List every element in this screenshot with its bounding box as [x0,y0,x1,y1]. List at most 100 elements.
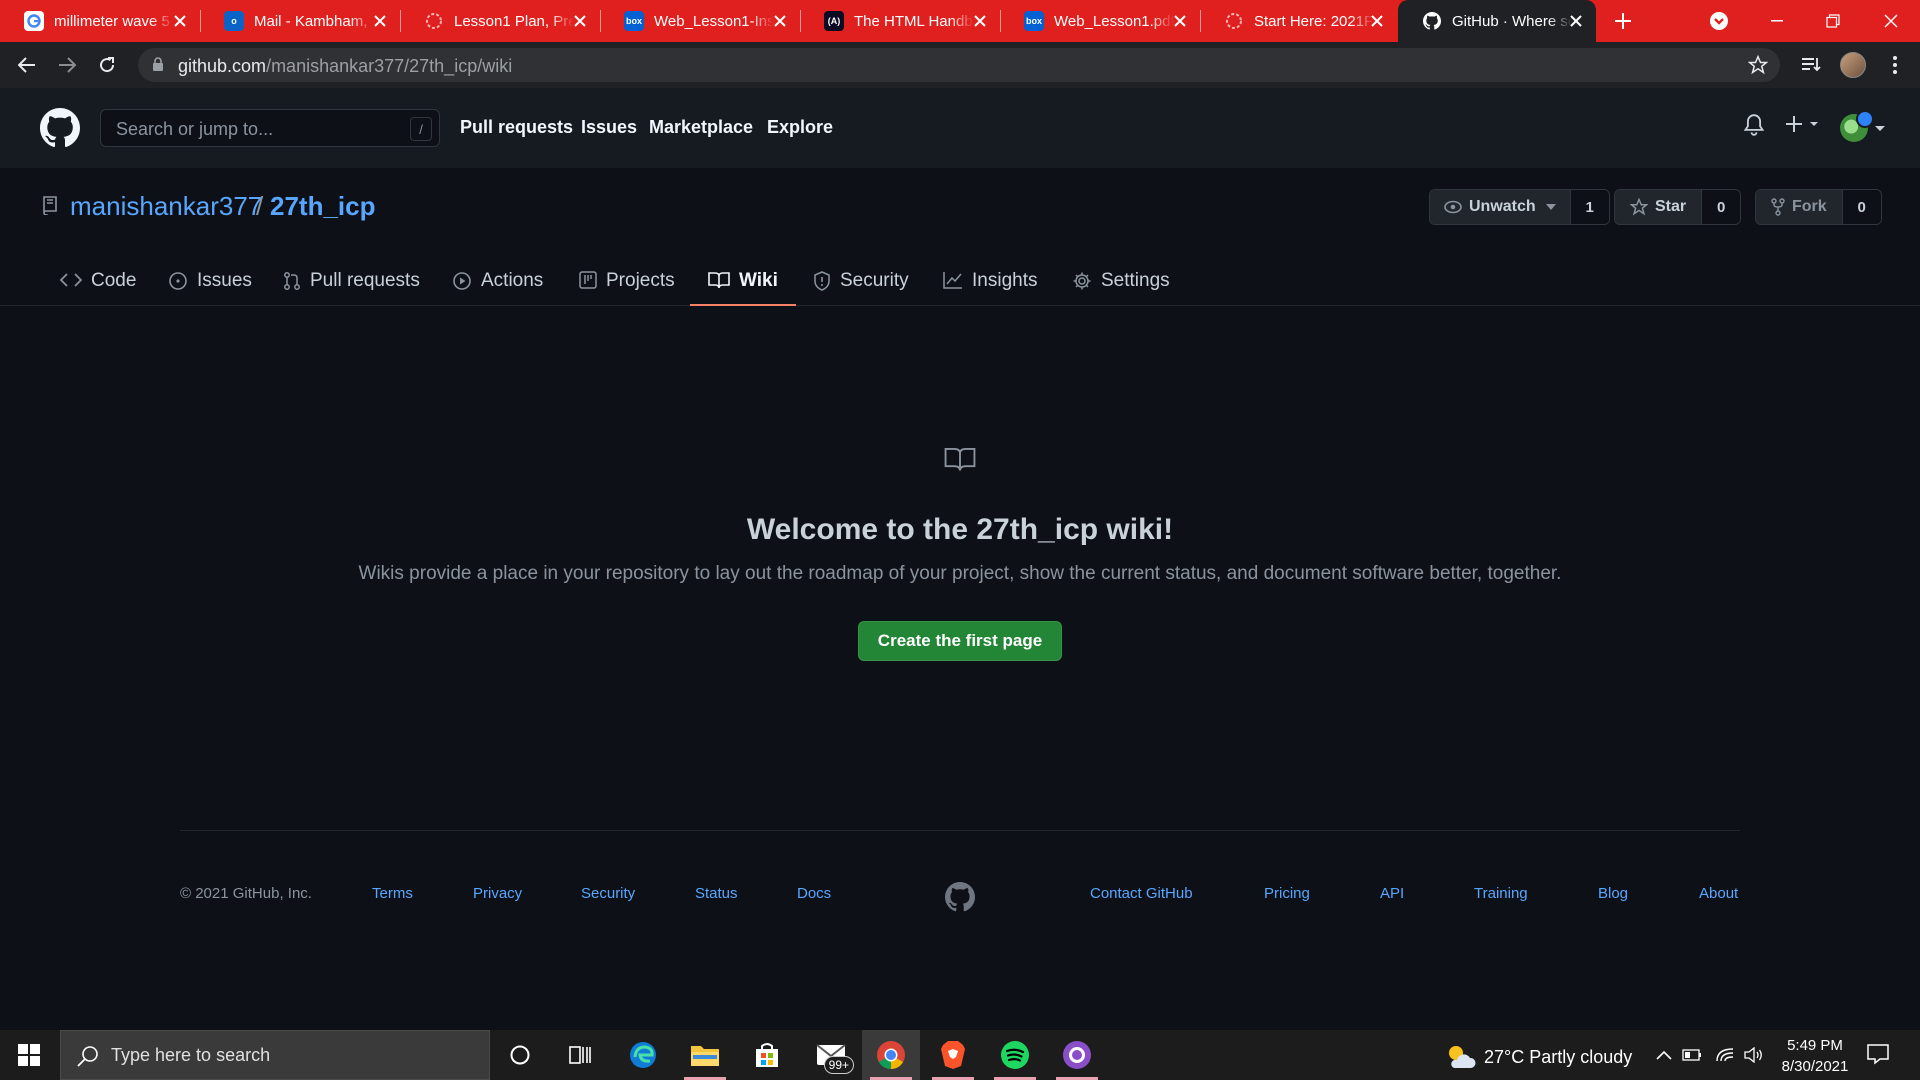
browser-tab[interactable]: millimeter wave 5 [0,0,200,42]
close-icon[interactable] [1566,11,1586,31]
unwatch-button[interactable]: Unwatch [1430,190,1571,224]
system-clock[interactable]: 5:49 PM 8/30/2021 [1770,1035,1860,1077]
tab-projects[interactable]: Projects [579,264,675,306]
tab-issues[interactable]: Issues [168,264,252,306]
chrome-icon[interactable] [862,1030,920,1080]
footer-link-pricing[interactable]: Pricing [1264,885,1310,902]
repo-name-link[interactable]: 27th_icp [270,191,376,222]
tab-search-icon[interactable] [1707,9,1731,33]
browser-tab[interactable]: box Web_Lesson1-Inst [600,0,800,42]
bookmark-star-icon[interactable] [1747,54,1769,80]
mail-unread-badge: 99+ [823,1056,854,1074]
create-new-plus-icon[interactable] [1786,114,1820,134]
browser-tab-active[interactable]: GitHub · Where so [1398,0,1596,42]
star-button[interactable]: Star [1615,190,1703,224]
tab-security[interactable]: Security [813,264,909,306]
browser-tab[interactable]: o Mail - Kambham, [200,0,400,42]
close-icon[interactable] [170,11,190,31]
volume-icon[interactable] [1742,1044,1766,1066]
forward-arrow-icon[interactable] [52,50,82,80]
chevron-up-icon[interactable] [1652,1044,1676,1066]
star-label: Star [1655,198,1687,215]
microsoft-store-icon[interactable] [738,1030,796,1080]
footer-link-about[interactable]: About [1699,885,1738,902]
tab-pull-requests[interactable]: Pull requests [283,264,420,306]
graph-icon [943,272,962,289]
window-close-icon[interactable] [1866,0,1916,42]
minimize-icon[interactable] [1752,0,1802,42]
mail-icon[interactable]: 99+ [802,1030,860,1080]
repo-owner-link[interactable]: manishankar377 [70,191,262,222]
tab-code[interactable]: Code [60,264,136,306]
close-icon[interactable] [970,11,990,31]
notifications-bell-icon[interactable] [1744,114,1764,136]
nav-pull-requests[interactable]: Pull requests [460,117,573,138]
footer-link-contact[interactable]: Contact GitHub [1090,885,1193,902]
reload-icon[interactable] [92,50,122,80]
profile-avatar[interactable] [1838,50,1868,80]
create-first-page-button[interactable]: Create the first page [858,621,1062,661]
back-arrow-icon[interactable] [12,50,42,80]
footer-link-security[interactable]: Security [581,885,635,902]
outlook-icon: o [224,11,244,31]
user-avatar[interactable] [1840,110,1886,142]
google-icon [24,11,44,31]
browser-tab[interactable]: box Web_Lesson1.pdf [1000,0,1200,42]
footer-link-status[interactable]: Status [695,885,738,902]
tab-title: Web_Lesson1-Inst [654,12,774,30]
browser-tab[interactable]: Lesson1 Plan, Pres [400,0,600,42]
watch-count[interactable]: 1 [1570,190,1609,224]
nav-issues[interactable]: Issues [581,117,637,138]
file-explorer-icon[interactable] [676,1030,734,1080]
battery-icon[interactable] [1680,1044,1704,1066]
browser-tab[interactable]: (A) The HTML Handb [800,0,1000,42]
tab-insights[interactable]: Insights [943,264,1037,306]
task-view-icon[interactable] [551,1030,609,1080]
github-icon [1422,11,1442,31]
wifi-icon[interactable] [1713,1044,1737,1066]
tab-wiki[interactable]: Wiki [690,264,796,306]
tab-label: Projects [606,270,675,291]
github-desktop-icon[interactable] [1048,1030,1106,1080]
footer-link-docs[interactable]: Docs [797,885,831,902]
fork-button[interactable]: Fork [1756,190,1843,224]
kebab-menu-icon[interactable] [1880,50,1910,80]
tab-label: Issues [197,270,252,291]
github-logo-icon[interactable] [40,108,80,153]
footer-link-blog[interactable]: Blog [1598,885,1628,902]
edge-browser-icon[interactable] [614,1030,672,1080]
reading-list-icon[interactable] [1796,50,1826,80]
tab-label: Pull requests [310,270,420,291]
tab-label: Code [91,270,137,291]
footer-link-terms[interactable]: Terms [372,885,413,902]
windows-start-icon[interactable] [0,1030,58,1080]
spinner-icon [424,11,444,31]
address-bar[interactable]: github.com/manishankar377/27th_icp/wiki [138,48,1780,82]
nav-explore[interactable]: Explore [767,117,833,138]
restore-icon[interactable] [1808,0,1858,42]
spotify-icon[interactable] [986,1030,1044,1080]
close-icon[interactable] [1367,11,1387,31]
close-icon[interactable] [370,11,390,31]
fork-count[interactable]: 0 [1842,190,1881,224]
search-placeholder: Search or jump to... [116,119,274,139]
new-tab-button[interactable] [1608,6,1638,36]
close-icon[interactable] [1170,11,1190,31]
tab-settings[interactable]: Settings [1072,264,1170,306]
nav-marketplace[interactable]: Marketplace [649,117,753,138]
browser-tab[interactable]: Start Here: 2021F [1200,0,1397,42]
notification-center-icon[interactable] [1866,1042,1890,1071]
brave-browser-icon[interactable] [924,1030,982,1080]
close-icon[interactable] [770,11,790,31]
github-search-input[interactable]: Search or jump to... / [100,109,440,147]
taskbar-search-input[interactable]: Type here to search [60,1030,490,1080]
cortana-icon[interactable] [491,1030,549,1080]
close-icon[interactable] [570,11,590,31]
star-count[interactable]: 0 [1702,190,1741,224]
github-logo-icon[interactable] [945,882,975,917]
tab-actions[interactable]: Actions [452,264,543,306]
footer-link-training[interactable]: Training [1474,885,1528,902]
weather-widget[interactable]: 27°C Partly cloudy [1446,1044,1632,1070]
footer-link-privacy[interactable]: Privacy [473,885,522,902]
footer-link-api[interactable]: API [1380,885,1404,902]
